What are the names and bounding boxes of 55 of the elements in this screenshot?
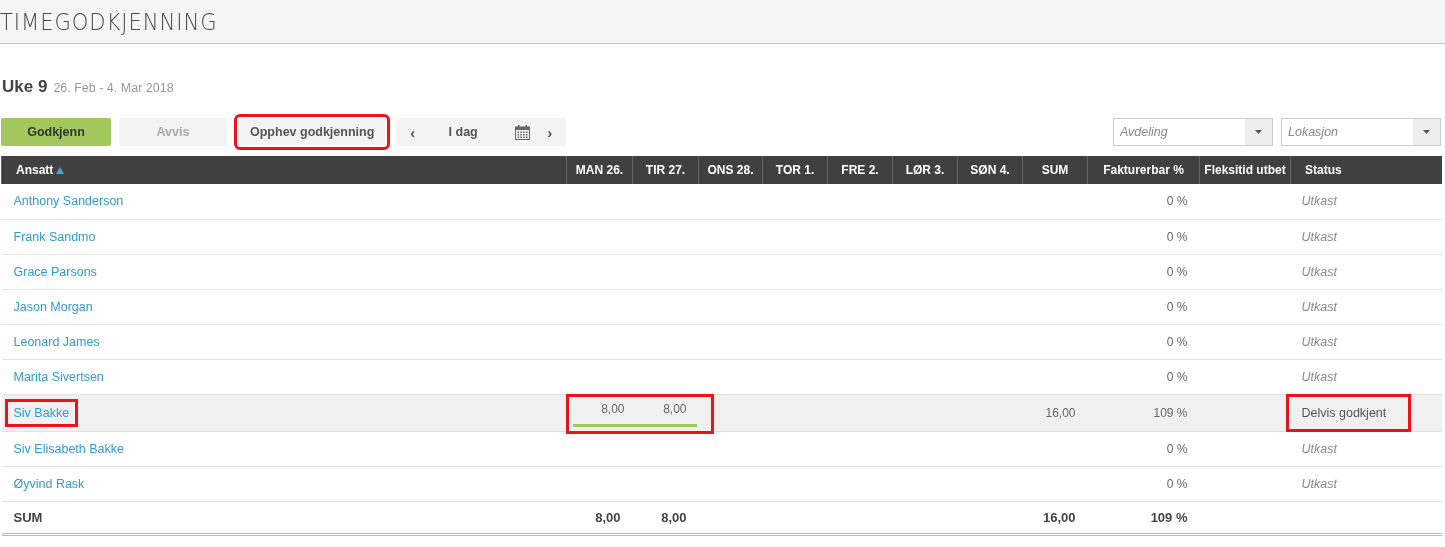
table-row[interactable]: Grace Parsons 0 % Utkast bbox=[1, 254, 1442, 289]
status-text: Utkast bbox=[1300, 228, 1339, 246]
date-range: 26. Feb - 4. Mar 2018 bbox=[53, 80, 174, 97]
column-header[interactable]: SUM bbox=[1022, 156, 1088, 184]
total-hours: 8,00 bbox=[595, 509, 621, 525]
column-header[interactable]: Status bbox=[1290, 156, 1442, 184]
sum-value: 16,00 bbox=[1045, 405, 1076, 420]
total-hours: 8,00 bbox=[661, 509, 687, 525]
status-text: Utkast bbox=[1300, 193, 1339, 211]
column-header[interactable]: LØR 3. bbox=[892, 156, 958, 184]
table-row[interactable]: Leonard James 0 % Utkast bbox=[1, 324, 1442, 359]
sort-ascending-icon bbox=[56, 167, 65, 174]
status-text: Delvis godkjent bbox=[1288, 396, 1409, 429]
billable-value: 109 % bbox=[1153, 405, 1188, 420]
next-button[interactable]: › bbox=[545, 123, 555, 141]
table-row[interactable]: Øyvind Rask 0 % Utkast bbox=[1, 466, 1442, 501]
column-header[interactable]: FRE 2. bbox=[827, 156, 893, 184]
table-row[interactable]: Siv Elisabeth Bakke 0 % Utkast bbox=[1, 431, 1442, 466]
table-row[interactable]: Jason Morgan 0 % Utkast bbox=[1, 289, 1442, 324]
billable-value: 0 % bbox=[1166, 441, 1188, 456]
billable-value: 0 % bbox=[1166, 194, 1188, 209]
status-text: Utkast bbox=[1300, 298, 1339, 316]
status-text: Utkast bbox=[1300, 263, 1339, 281]
billable-value: 0 % bbox=[1166, 476, 1188, 491]
total-billable: 109 % bbox=[1150, 509, 1188, 525]
billable-value: 0 % bbox=[1166, 334, 1188, 349]
table-row[interactable]: Anthony Sanderson 0 % Utkast bbox=[1, 184, 1442, 219]
billable-value: 0 % bbox=[1166, 229, 1188, 244]
column-header[interactable]: ONS 28. bbox=[698, 156, 763, 184]
billable-value: 0 % bbox=[1166, 264, 1188, 279]
column-header[interactable]: Fleksitid utbet bbox=[1199, 156, 1291, 184]
column-header[interactable]: Fakturerbar % bbox=[1087, 156, 1200, 184]
column-header[interactable]: TOR 1. bbox=[762, 156, 828, 184]
status-text: Utkast bbox=[1300, 368, 1339, 386]
approve-button[interactable]: Godkjenn bbox=[1, 118, 111, 146]
calendar-icon[interactable] bbox=[515, 124, 530, 140]
total-label: SUM bbox=[13, 509, 43, 525]
previous-button[interactable]: ‹ bbox=[408, 123, 418, 141]
table-row[interactable]: Marita Sivertsen 0 % Utkast bbox=[1, 359, 1442, 394]
column-header[interactable]: MAN 26. bbox=[566, 156, 633, 184]
table-row[interactable]: Frank Sandmo 0 % Utkast bbox=[1, 219, 1442, 254]
total-sum: 16,00 bbox=[1042, 509, 1076, 525]
column-header[interactable]: SØN 4. bbox=[957, 156, 1023, 184]
hours-value: 8,00 bbox=[662, 401, 688, 416]
week-label: Uke 9 bbox=[2, 77, 48, 97]
column-header[interactable]: TIR 27. bbox=[632, 156, 699, 184]
billable-value: 0 % bbox=[1166, 369, 1188, 384]
status-text: Utkast bbox=[1300, 440, 1339, 458]
status-text: Utkast bbox=[1300, 475, 1339, 493]
column-header[interactable]: Ansatt bbox=[1, 156, 567, 184]
status-text: Utkast bbox=[1300, 333, 1339, 351]
billable-value: 0 % bbox=[1166, 299, 1188, 314]
today-button[interactable]: I dag bbox=[446, 125, 480, 139]
page-title: TIMEGODKJENNING bbox=[0, 8, 218, 35]
hours-value: 8,00 bbox=[600, 401, 626, 416]
